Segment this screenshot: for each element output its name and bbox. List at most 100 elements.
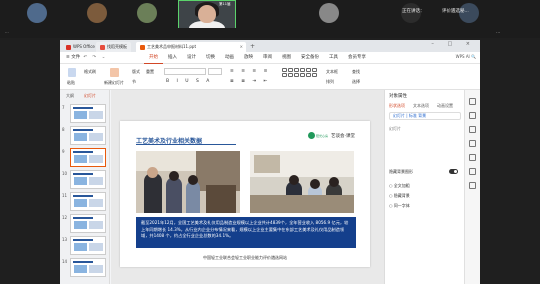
thumbnail-image [89, 243, 103, 251]
slide-thumbnail[interactable] [70, 214, 106, 233]
tab-wps-office[interactable]: WPS Office [62, 42, 99, 52]
photo-workshop-left[interactable] [136, 151, 240, 213]
speaking-label: 正在讲话： [402, 9, 425, 14]
meeting-bar: ··· ··· [0, 28, 540, 38]
tab-animation-settings[interactable]: 动画设置 [437, 103, 453, 109]
tab-template[interactable]: 找稻壳模板 [96, 42, 131, 52]
participant-name: 评价遴选秘... [442, 9, 469, 14]
option-1[interactable]: ○ 全文加粗 [389, 183, 410, 189]
slide-thumbnail[interactable] [70, 104, 106, 123]
section-button[interactable]: 节 [132, 79, 136, 85]
reset-button[interactable]: 重置 [146, 69, 154, 75]
thumbnail-number: 14 [62, 259, 68, 264]
slide-thumbnail[interactable] [70, 126, 106, 145]
screen-margin-right [480, 38, 540, 284]
design-icon[interactable] [469, 154, 476, 161]
quick-access-icons[interactable]: ↶ ↷ ⌄ [83, 55, 107, 60]
slide-footer: 中国轻工业联合会轻工业职业能力评价遴选网站 [203, 255, 287, 260]
find-button[interactable]: 查找 [352, 69, 360, 75]
slide-thumbnail[interactable] [70, 236, 106, 255]
hide-background-toggle[interactable] [449, 169, 458, 174]
thumbnail-number: 11 [62, 193, 68, 198]
thumbnail-image [89, 221, 103, 229]
menu-bar: ≡ 文件 ↶ ↷ ⌄ 开始 插入 设计 切换 动画 放映 审阅 视图 安全备份 工具 会员专享 WPS… [60, 52, 480, 64]
select-button[interactable]: 选择 [352, 79, 360, 85]
font-size-select[interactable] [208, 68, 222, 75]
style-icon[interactable] [469, 112, 476, 119]
thumbnail-title-bar [73, 129, 93, 131]
ribbon: 粘贴 格式刷 新建幻灯片 版式 节 重置 B I U S A ≡ ≡ ≡ ≡ ≣… [60, 64, 480, 90]
paragraph-buttons[interactable]: ≣ ≣ ⇥ ⇤ [230, 79, 270, 84]
option-3[interactable]: ○ 同一字体 [389, 203, 410, 209]
slide-thumbnail[interactable] [70, 170, 106, 189]
thumbnail-image [89, 155, 103, 163]
menu-item[interactable]: 安全备份 [296, 52, 324, 64]
thumbnail-title-bar [73, 195, 93, 197]
format-painter-button[interactable]: 格式刷 [84, 69, 96, 75]
thumbnail-image [74, 155, 87, 163]
window-controls[interactable]: – □ × [431, 41, 476, 47]
wps-logo-icon [66, 44, 71, 50]
menu-item[interactable]: 动画 [220, 52, 239, 64]
share-icon[interactable] [469, 182, 476, 189]
menu-item[interactable]: 会员专享 [343, 52, 371, 64]
thumbnail-title-bar [73, 217, 93, 219]
new-tab-button[interactable]: + [250, 42, 255, 52]
font-name-select[interactable] [164, 68, 206, 75]
transition-icon[interactable] [469, 140, 476, 147]
thumbnail-image [89, 177, 103, 185]
section-slide: 幻灯片 [389, 126, 401, 131]
thumbnail-image [74, 221, 87, 229]
paste-icon [68, 68, 76, 77]
thumbnail-image [74, 199, 87, 207]
file-menu[interactable]: ≡ 文件 ↶ ↷ ⌄ [66, 54, 107, 60]
align-buttons[interactable]: ≡ ≡ ≡ ≡ [230, 69, 270, 74]
menu-item[interactable]: 放映 [239, 52, 258, 64]
slide-thumbnail[interactable] [70, 258, 106, 277]
slide-canvas: 工艺美术及行业相关数据 阳光心房 艺谈会·课堂 截至2021年12月，全国工艺美… [111, 90, 384, 284]
arrange-button[interactable]: 排列 [326, 79, 334, 85]
meeting-right-label[interactable]: ··· [496, 30, 500, 35]
meeting-left-label[interactable]: ··· [5, 30, 9, 35]
avatar [319, 3, 339, 23]
thumbnail-image [74, 177, 87, 185]
slide-logo: 阳光心房 艺谈会·课堂 [308, 132, 355, 139]
thumbnail-image [74, 133, 87, 141]
menu-item[interactable]: 审阅 [258, 52, 277, 64]
tab-slides[interactable]: 幻灯片 [84, 93, 96, 99]
logo-mark-icon [308, 132, 315, 139]
menu-item[interactable]: 插入 [163, 52, 182, 64]
menu-item[interactable]: 工具 [324, 52, 343, 64]
wps-ai-button[interactable]: WPS AI 🔍 [456, 54, 476, 59]
menu-item[interactable]: 视图 [277, 52, 296, 64]
new-slide-button[interactable]: 新建幻灯片 [104, 80, 124, 86]
properties-icon[interactable] [469, 98, 476, 105]
close-tab-icon[interactable]: × [240, 42, 243, 52]
thumbnail-image [74, 111, 87, 119]
option-2[interactable]: ○ 隐藏背景 [389, 193, 410, 199]
slide[interactable]: 工艺美术及行业相关数据 阳光心房 艺谈会·课堂 截至2021年12月，全国工艺美… [120, 121, 370, 267]
tab-text-options[interactable]: 文本选项 [413, 103, 429, 109]
animation-icon[interactable] [469, 126, 476, 133]
menu-item[interactable]: 开始 [144, 52, 163, 64]
photo-workshop-right[interactable] [250, 151, 354, 213]
textbox-button[interactable]: 文本框 [326, 69, 338, 75]
slide-body-textbox[interactable]: 截至2021年12月，全国工艺美术及礼仪用品制造业规模以上企业共计4839个，全… [136, 217, 356, 248]
slide-thumbnail[interactable] [70, 148, 106, 167]
tab-shape-options[interactable]: 形状选项 [389, 103, 405, 109]
thumbnail-title-bar [73, 173, 93, 175]
text-format-buttons[interactable]: B I U S A [166, 79, 212, 84]
slide-thumbnail[interactable] [70, 192, 106, 211]
selected-object-field[interactable]: 幻灯片 | 标准 背景 [389, 112, 461, 120]
new-slide-icon [110, 68, 119, 77]
menu-item[interactable]: 设计 [182, 52, 201, 64]
layout-button[interactable]: 版式 [132, 69, 140, 75]
menu-item[interactable]: 切换 [201, 52, 220, 64]
tab-document[interactable]: 工艺美术品申报材料11.ppt × [136, 42, 246, 52]
avatar [27, 3, 47, 23]
shape-gallery[interactable] [282, 68, 317, 77]
thumbnail-image [89, 199, 103, 207]
paste-button[interactable]: 粘贴 [67, 80, 75, 86]
comment-icon[interactable] [469, 168, 476, 175]
tab-outline[interactable]: 大纲 [66, 93, 74, 99]
